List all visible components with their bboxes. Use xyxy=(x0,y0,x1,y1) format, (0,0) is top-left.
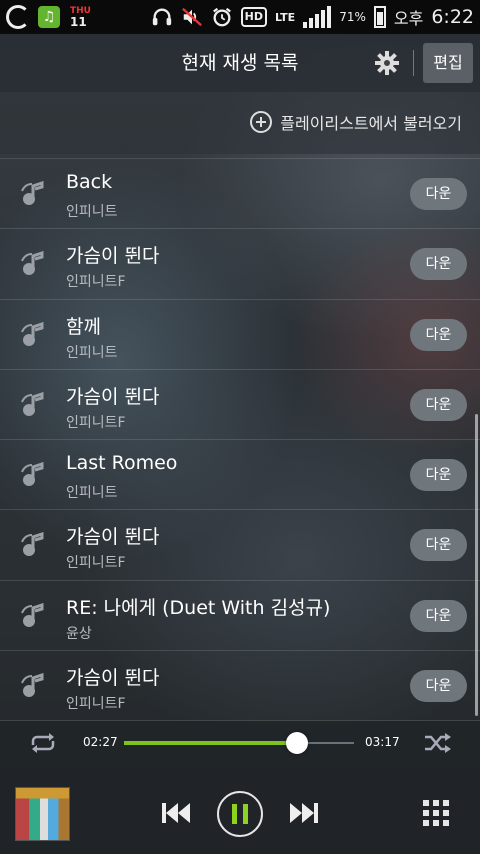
shuffle-icon[interactable] xyxy=(424,732,452,754)
edit-button[interactable]: 편집 xyxy=(423,43,473,83)
clock-time: 6:22 xyxy=(431,6,474,28)
current-time: 02:27 xyxy=(83,735,118,749)
pause-bar-left xyxy=(232,804,237,824)
music-note-icon[interactable] xyxy=(20,391,48,418)
date-label: 11 xyxy=(70,15,87,29)
battery-percent: 71% xyxy=(339,10,366,24)
music-app-icon: ♫ xyxy=(38,6,60,28)
load-playlist-bar: 플레이리스트에서 불러오기 xyxy=(0,92,480,154)
mute-icon xyxy=(181,7,202,27)
load-playlist-button[interactable]: 플레이리스트에서 불러오기 xyxy=(250,108,462,136)
seek-knob[interactable] xyxy=(285,732,308,754)
track-title: 가슴이 뛴다 xyxy=(66,667,160,690)
seek-bar[interactable] xyxy=(124,741,354,745)
track-artist: 윤상 xyxy=(66,625,92,642)
seek-progress xyxy=(124,741,297,745)
olleh-icon xyxy=(6,5,30,29)
download-button[interactable]: 다운 xyxy=(410,388,467,421)
playlist-row[interactable]: 가슴이 뛴다인피니트F 다운 xyxy=(0,229,480,300)
track-artist: 인피니트 xyxy=(66,204,118,220)
track-title: RE: 나에게 (Duet With 김성규) xyxy=(66,596,331,619)
download-button[interactable]: 다운 xyxy=(410,529,467,562)
scrollbar[interactable] xyxy=(475,414,478,716)
grid-menu-icon[interactable] xyxy=(423,800,449,826)
download-button[interactable]: 다운 xyxy=(410,248,467,281)
track-title: 함께 xyxy=(66,315,101,338)
download-button[interactable]: 다운 xyxy=(410,599,467,632)
track-title: 가슴이 뛴다 xyxy=(66,526,160,549)
music-note-icon[interactable] xyxy=(20,181,48,207)
playlist-row[interactable]: Last Romeo 인피니트 다운 xyxy=(0,440,480,511)
signal-icon xyxy=(303,6,332,28)
music-note-icon[interactable] xyxy=(20,532,48,558)
track-artist: 인피니트 xyxy=(66,344,118,361)
playlist[interactable]: Back 인피니트 다운 가슴이 뛴다 인피니트F 다운 함께 인피니트 다운 가슴이 뛴다 인피니… xyxy=(0,158,480,721)
download-button[interactable]: 다운 xyxy=(410,670,467,703)
music-note-icon[interactable] xyxy=(20,321,48,348)
track-artist: 인피니트F xyxy=(66,274,126,291)
playlist-row[interactable]: 가슴이 뛴다인피니트F 다운 xyxy=(0,510,480,581)
track-title: Last Romeo xyxy=(66,452,178,475)
plus-circle-icon xyxy=(250,111,273,133)
track-artist: 인피니트F xyxy=(66,555,126,572)
status-bar: ♫ THU 11 HD LTE 71% 오후 6:22 xyxy=(0,0,480,34)
download-button[interactable]: 다운 xyxy=(410,318,467,351)
pause-bar-right xyxy=(243,804,248,824)
gear-icon[interactable] xyxy=(375,51,399,75)
music-note-icon[interactable] xyxy=(20,602,48,629)
ampm-label: 오후 xyxy=(393,9,424,28)
next-track-icon[interactable] xyxy=(288,801,320,825)
playlist-row[interactable]: 함께인피니트 다운 xyxy=(0,300,480,370)
player-controls: 02:27 03:17 xyxy=(0,721,480,854)
pause-button[interactable] xyxy=(217,791,263,837)
app-header: 현재 재생 목록 편집 xyxy=(0,34,480,92)
playlist-row[interactable]: 가슴이 뛴다인피니트F 다운 xyxy=(0,370,480,441)
load-playlist-label: 플레이리스트에서 불러오기 xyxy=(280,114,462,133)
hd-voice-icon: HD xyxy=(240,7,267,27)
battery-icon xyxy=(373,6,386,28)
playlist-row[interactable]: Back 인피니트 다운 xyxy=(0,159,480,230)
track-artist: 인피니트 xyxy=(66,485,118,502)
track-artist: 인피니트F xyxy=(66,696,126,713)
repeat-icon[interactable] xyxy=(28,732,58,754)
music-note-icon[interactable] xyxy=(20,673,48,699)
music-note-icon[interactable] xyxy=(20,251,48,277)
download-button[interactable]: 다운 xyxy=(410,178,467,210)
track-title: 가슴이 뛴다 xyxy=(66,385,160,408)
total-time: 03:17 xyxy=(365,735,400,749)
download-button[interactable]: 다운 xyxy=(410,459,467,492)
alarm-icon xyxy=(212,7,231,27)
page-title: 현재 재생 목록 xyxy=(181,52,299,74)
playlist-row[interactable]: 가슴이 뛴다인피니트F 다운 xyxy=(0,651,480,721)
track-title: Back xyxy=(66,171,113,193)
track-artist: 인피니트F xyxy=(66,414,126,431)
music-note-icon[interactable] xyxy=(20,462,48,488)
headset-icon xyxy=(152,8,171,26)
track-title: 가슴이 뛴다 xyxy=(66,245,160,268)
date-badge: THU 11 xyxy=(70,6,91,28)
lte-icon: LTE xyxy=(274,10,296,24)
album-art-thumbnail[interactable] xyxy=(15,787,70,841)
playlist-row[interactable]: RE: 나에게 (Duet With 김성규) 윤상 다운 xyxy=(0,581,480,652)
previous-track-icon[interactable] xyxy=(160,801,192,825)
header-divider xyxy=(413,50,414,76)
